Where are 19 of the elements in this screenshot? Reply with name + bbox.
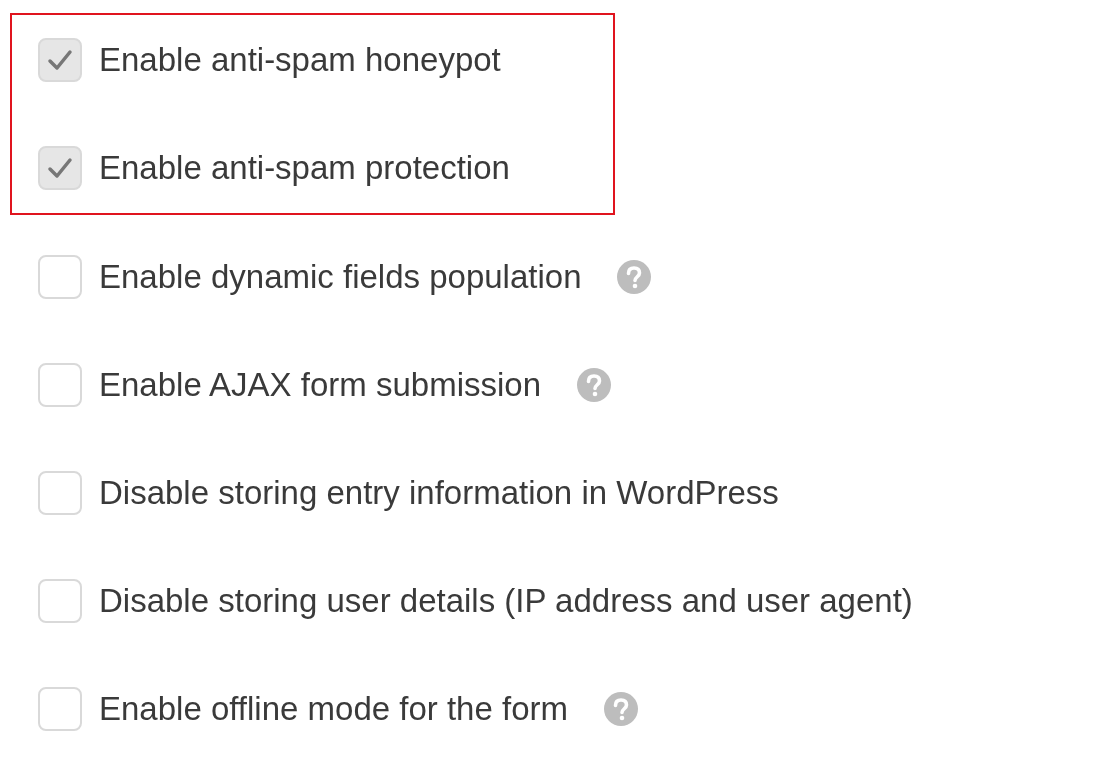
help-icon[interactable] [617,260,652,294]
checkbox[interactable] [38,363,82,407]
checkbox[interactable] [38,579,82,623]
checkbox[interactable] [38,471,82,515]
checkbox[interactable] [38,38,82,82]
checkbox[interactable] [38,146,82,190]
option-label: Enable offline mode for the form [99,689,568,730]
option-label: Disable storing entry information in WordPress [99,473,779,514]
help-icon[interactable] [577,368,612,402]
help-icon[interactable] [604,692,638,726]
option-label: Enable anti-spam protection [99,148,510,189]
checkmark-icon [47,157,73,179]
checkbox[interactable] [38,255,82,299]
option-label: Enable anti-spam honeypot [99,40,501,81]
checkmark-icon [47,49,73,71]
checkbox[interactable] [38,687,82,731]
option-label: Disable storing user details (IP address and user agent) [99,581,913,622]
option-label: Enable dynamic fields population [99,257,582,298]
option-label: Enable AJAX form submission [99,365,542,406]
